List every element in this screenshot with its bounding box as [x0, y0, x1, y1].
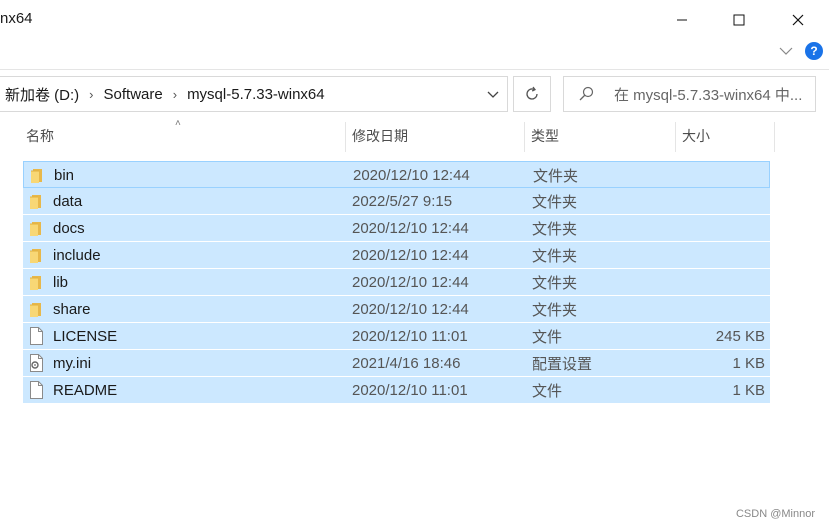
breadcrumb-separator-icon[interactable]: › — [173, 87, 177, 102]
file-row[interactable]: my.ini 2021/4/16 18:46 配置设置 1 KB — [23, 350, 770, 377]
column-divider[interactable] — [345, 122, 346, 152]
file-row[interactable]: include 2020/12/10 12:44 文件夹 — [23, 242, 770, 269]
address-bar[interactable]: 新加卷 (D:) › Software › mysql-5.7.33-winx6… — [0, 76, 508, 112]
breadcrumb-current-folder[interactable]: mysql-5.7.33-winx64 — [187, 86, 325, 103]
file-row[interactable]: docs 2020/12/10 12:44 文件夹 — [23, 215, 770, 242]
column-header-date[interactable]: 修改日期 — [352, 120, 408, 152]
file-date: 2020/12/10 12:44 — [352, 219, 469, 237]
file-type: 文件夹 — [532, 274, 578, 292]
search-icon — [579, 86, 594, 101]
minimize-button[interactable] — [662, 6, 702, 34]
folder-icon — [28, 192, 44, 210]
folder-icon — [28, 273, 44, 291]
file-date: 2020/12/10 12:44 — [352, 273, 469, 291]
search-box[interactable]: 在 mysql-5.7.33-winx64 中... — [563, 76, 816, 112]
file-type: 文件夹 — [532, 301, 578, 319]
folder-icon — [28, 219, 44, 237]
breadcrumb-drive[interactable]: 新加卷 (D:) — [0, 84, 79, 105]
file-name: docs — [53, 219, 85, 237]
file-name: README — [53, 381, 118, 399]
file-type: 文件夹 — [532, 220, 578, 238]
folder-icon — [28, 246, 44, 264]
divider — [0, 69, 829, 70]
file-type: 文件 — [532, 382, 563, 400]
column-header-row: 名称 修改日期 类型 大小 — [0, 120, 780, 156]
file-name: my.ini — [53, 354, 92, 372]
column-divider[interactable] — [675, 122, 676, 152]
help-icon[interactable]: ? — [805, 42, 823, 60]
file-name: LICENSE — [53, 327, 118, 345]
close-button[interactable] — [778, 6, 818, 34]
minimize-icon — [677, 19, 687, 21]
file-date: 2021/4/16 18:46 — [352, 354, 461, 372]
file-icon — [28, 381, 44, 399]
file-date: 2020/12/10 12:44 — [353, 166, 470, 184]
file-type: 文件夹 — [532, 247, 578, 265]
file-name: share — [53, 300, 91, 318]
file-row[interactable]: lib 2020/12/10 12:44 文件夹 — [23, 269, 770, 296]
file-size: 1 KB — [732, 381, 765, 399]
breadcrumb-software[interactable]: Software — [104, 86, 163, 103]
column-header-type[interactable]: 类型 — [531, 120, 559, 152]
file-name: data — [53, 192, 83, 210]
close-icon — [792, 14, 804, 26]
chevron-down-icon[interactable] — [487, 86, 499, 102]
watermark: CSDN @Minnor — [735, 508, 815, 520]
file-size: 1 KB — [732, 354, 765, 372]
file-size: 245 KB — [715, 327, 765, 345]
file-row[interactable]: README 2020/12/10 11:01 文件 1 KB — [23, 377, 770, 404]
file-date: 2020/12/10 12:44 — [352, 300, 469, 318]
column-divider[interactable] — [524, 122, 525, 152]
file-icon — [28, 327, 44, 345]
refresh-icon — [526, 86, 538, 100]
file-name: include — [53, 246, 101, 264]
file-type: 文件 — [532, 328, 563, 346]
file-date: 2020/12/10 11:01 — [352, 381, 468, 399]
file-date: 2020/12/10 12:44 — [352, 246, 469, 264]
chevron-down-icon[interactable] — [779, 46, 793, 56]
file-type: 文件夹 — [532, 193, 578, 211]
breadcrumb-separator-icon[interactable]: › — [89, 87, 93, 102]
folder-icon — [29, 166, 45, 184]
column-header-name[interactable]: 名称 — [26, 120, 54, 152]
settings-file-icon — [28, 354, 44, 372]
refresh-button[interactable] — [513, 76, 551, 112]
file-name: bin — [54, 166, 75, 184]
search-placeholder: 在 mysql-5.7.33-winx64 中... — [614, 86, 803, 104]
file-date: 2022/5/27 9:15 — [352, 192, 453, 210]
column-divider[interactable] — [774, 122, 775, 152]
file-row[interactable]: LICENSE 2020/12/10 11:01 文件 245 KB — [23, 323, 770, 350]
file-row[interactable]: data 2022/5/27 9:15 文件夹 — [23, 188, 770, 215]
file-row[interactable]: share 2020/12/10 12:44 文件夹 — [23, 296, 770, 323]
file-date: 2020/12/10 11:01 — [352, 327, 468, 345]
window-title: nx64 — [0, 10, 33, 27]
column-header-size[interactable]: 大小 — [682, 120, 710, 152]
file-name: lib — [53, 273, 69, 291]
file-row[interactable]: bin 2020/12/10 12:44 文件夹 — [23, 161, 770, 188]
ribbon-controls: ? — [779, 42, 823, 60]
file-type: 配置设置 — [532, 355, 593, 373]
maximize-icon — [733, 14, 745, 26]
folder-icon — [28, 300, 44, 318]
file-list: bin 2020/12/10 12:44 文件夹 data 2022/5/27 9:15… — [23, 161, 770, 404]
file-type: 文件夹 — [533, 167, 579, 185]
maximize-button[interactable] — [719, 6, 759, 34]
